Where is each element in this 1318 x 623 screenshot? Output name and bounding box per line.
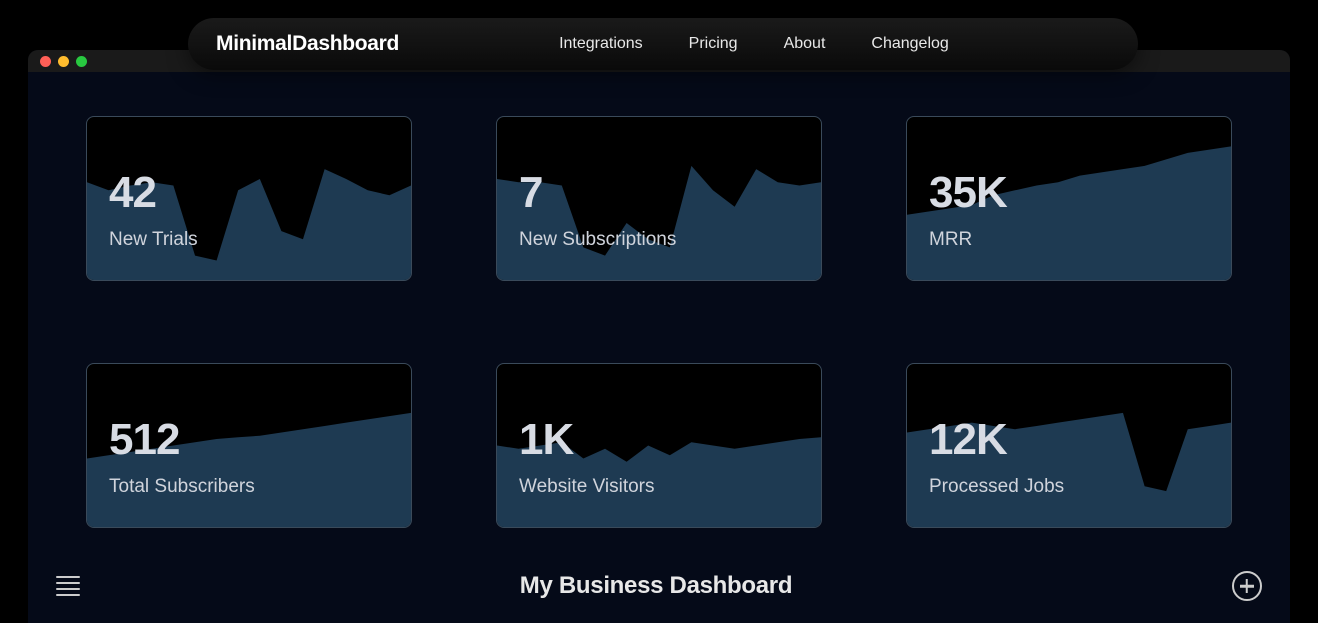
card-mrr[interactable]: 35K MRR (906, 116, 1232, 281)
window-zoom-icon[interactable] (76, 56, 87, 67)
card-new-trials[interactable]: 42 New Trials (86, 116, 412, 281)
nav-link-pricing[interactable]: Pricing (689, 35, 738, 53)
add-button[interactable] (1232, 571, 1262, 601)
card-total-subscribers[interactable]: 512 Total Subscribers (86, 363, 412, 528)
metric-value: 42 (109, 171, 198, 215)
brand-logo[interactable]: MinimalDashboard (216, 32, 399, 56)
metric-value: 1K (519, 418, 655, 462)
metric-value: 12K (929, 418, 1064, 462)
bottom-bar: My Business Dashboard (28, 561, 1290, 611)
metric-value: 35K (929, 171, 1007, 215)
metric-value: 7 (519, 171, 676, 215)
nav-link-integrations[interactable]: Integrations (559, 35, 643, 53)
nav-link-changelog[interactable]: Changelog (871, 35, 948, 53)
metric-label: Total Subscribers (109, 476, 255, 498)
menu-icon[interactable] (56, 576, 80, 597)
card-website-visitors[interactable]: 1K Website Visitors (496, 363, 822, 528)
nav-link-about[interactable]: About (784, 35, 826, 53)
metric-label: Processed Jobs (929, 476, 1064, 498)
metric-label: Website Visitors (519, 476, 655, 498)
metric-label: New Trials (109, 229, 198, 251)
metrics-grid: 42 New Trials 7 New Subscriptions 35K MR… (88, 116, 1230, 528)
card-new-subscriptions[interactable]: 7 New Subscriptions (496, 116, 822, 281)
app-window: 42 New Trials 7 New Subscriptions 35K MR… (28, 50, 1290, 623)
nav-links: Integrations Pricing About Changelog (559, 35, 949, 53)
window-minimize-icon[interactable] (58, 56, 69, 67)
card-processed-jobs[interactable]: 12K Processed Jobs (906, 363, 1232, 528)
top-nav: MinimalDashboard Integrations Pricing Ab… (188, 18, 1138, 70)
metric-label: MRR (929, 229, 1007, 251)
window-close-icon[interactable] (40, 56, 51, 67)
dashboard-title: My Business Dashboard (520, 572, 792, 600)
metric-value: 512 (109, 418, 255, 462)
dashboard-content: 42 New Trials 7 New Subscriptions 35K MR… (28, 72, 1290, 623)
metric-label: New Subscriptions (519, 229, 676, 251)
